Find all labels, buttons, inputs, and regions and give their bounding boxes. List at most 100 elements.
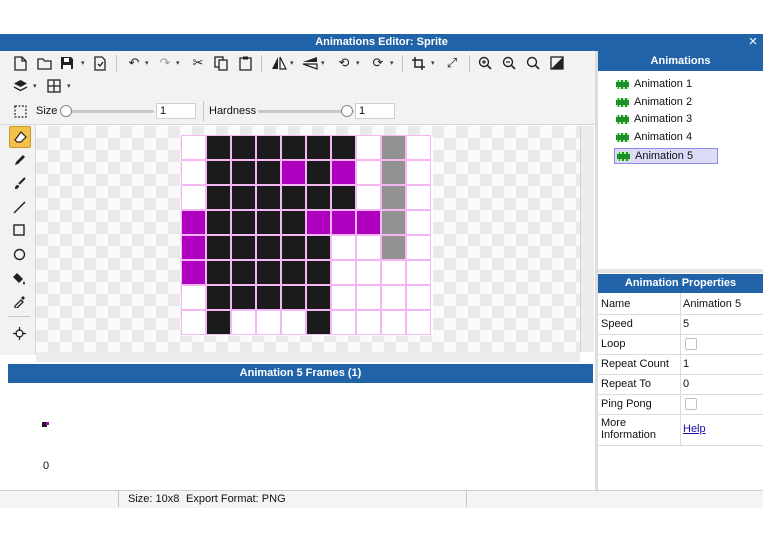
new-file-icon[interactable] (12, 55, 28, 71)
fill-tool[interactable] (9, 268, 29, 288)
sprite-pixel[interactable] (231, 285, 256, 310)
hardness-input[interactable]: 1 (355, 103, 395, 119)
eyedropper-tool[interactable] (9, 291, 29, 311)
sprite-pixel[interactable] (181, 135, 206, 160)
animation-list-item[interactable]: Animation 2 (614, 95, 718, 111)
sprite-pixel[interactable] (256, 210, 281, 235)
sprite-pixel[interactable] (206, 210, 231, 235)
open-folder-icon[interactable] (36, 55, 52, 71)
selection-icon[interactable] (12, 103, 28, 119)
sprite-pixel[interactable] (381, 235, 406, 260)
size-slider[interactable] (60, 104, 154, 118)
sprite-pixel[interactable] (306, 135, 331, 160)
sprite-pixel[interactable] (331, 310, 356, 335)
property-repeat-to-value[interactable]: 0 (683, 378, 689, 390)
sprite-pixel[interactable] (331, 160, 356, 185)
sprite-pixel[interactable] (231, 310, 256, 335)
sprite-pixel[interactable] (231, 210, 256, 235)
sprite-pixel[interactable] (356, 260, 381, 285)
sprite-pixel[interactable] (381, 285, 406, 310)
redo-icon[interactable]: ↷ (157, 55, 173, 71)
animation-list-item[interactable]: Animation 1 (614, 77, 718, 93)
sprite-pixel[interactable] (281, 185, 306, 210)
hotspot-tool[interactable] (9, 323, 29, 343)
sprite-pixel[interactable] (306, 160, 331, 185)
sprite-pixel[interactable] (356, 235, 381, 260)
export-icon[interactable] (92, 55, 108, 71)
close-button[interactable]: × (744, 33, 762, 51)
sprite-pixel[interactable] (306, 260, 331, 285)
sprite-pixel[interactable] (281, 310, 306, 335)
paste-icon[interactable] (237, 55, 253, 71)
sprite-pixel[interactable] (181, 160, 206, 185)
sprite-pixel[interactable] (356, 310, 381, 335)
undo-icon[interactable]: ↶ (126, 55, 142, 71)
sprite-pixel[interactable] (181, 235, 206, 260)
zoom-out-icon[interactable] (501, 55, 517, 71)
sprite-pixel[interactable] (206, 235, 231, 260)
property-repeat-count-value[interactable]: 1 (683, 358, 689, 370)
sprite-pixel[interactable] (406, 260, 431, 285)
sprite-pixel[interactable] (406, 210, 431, 235)
flip-horizontal-dropdown-icon[interactable]: ▾ (290, 59, 294, 67)
sprite-pixel[interactable] (231, 235, 256, 260)
rotate-right-dropdown-icon[interactable]: ▾ (390, 59, 394, 67)
animation-list-item[interactable]: Animation 5 (614, 147, 718, 164)
size-slider-handle[interactable] (60, 105, 72, 117)
sprite-pixel[interactable] (206, 185, 231, 210)
copy-icon[interactable] (213, 55, 229, 71)
sprite-pixel[interactable] (256, 185, 281, 210)
sprite-pixel[interactable] (256, 260, 281, 285)
grid-icon[interactable] (46, 78, 62, 94)
zoom-in-icon[interactable] (477, 55, 493, 71)
sprite-pixel[interactable] (306, 310, 331, 335)
sprite-pixel[interactable] (306, 185, 331, 210)
sprite-pixel[interactable] (231, 185, 256, 210)
sprite-pixel[interactable] (406, 185, 431, 210)
layers-icon[interactable] (12, 78, 28, 94)
sprite-pixel[interactable] (356, 135, 381, 160)
save-icon[interactable] (59, 55, 75, 71)
rotate-left-icon[interactable]: ⟲ (336, 55, 352, 71)
flip-horizontal-icon[interactable] (271, 55, 287, 71)
pencil-tool[interactable] (9, 150, 29, 170)
loop-checkbox[interactable] (685, 338, 697, 350)
rotate-right-icon[interactable]: ⟳ (370, 55, 386, 71)
sprite-pixel[interactable] (256, 285, 281, 310)
sprite-pixel[interactable] (306, 285, 331, 310)
sprite-pixel[interactable] (256, 310, 281, 335)
background-toggle-icon[interactable] (549, 55, 565, 71)
canvas-horizontal-scrollbar[interactable] (36, 352, 580, 362)
sprite-pixel[interactable] (331, 285, 356, 310)
sprite-pixel[interactable] (381, 185, 406, 210)
sprite-pixel[interactable] (256, 160, 281, 185)
sprite-pixel[interactable] (206, 310, 231, 335)
sprite-pixel[interactable] (206, 160, 231, 185)
help-link[interactable]: Help (683, 423, 706, 435)
crop-dropdown-icon[interactable]: ▾ (431, 59, 435, 67)
ping-pong-checkbox[interactable] (685, 398, 697, 410)
sprite-pixel[interactable] (256, 135, 281, 160)
sprite-pixel[interactable] (356, 185, 381, 210)
property-speed-value[interactable]: 5 (683, 318, 689, 330)
sprite-pixel[interactable] (281, 210, 306, 235)
animation-list-item[interactable]: Animation 4 (614, 130, 718, 146)
line-tool[interactable] (9, 197, 29, 217)
sprite-pixel[interactable] (406, 235, 431, 260)
hardness-slider-handle[interactable] (341, 105, 353, 117)
sprite-pixel[interactable] (381, 210, 406, 235)
animation-list-item[interactable]: Animation 3 (614, 112, 718, 128)
hardness-slider[interactable] (258, 104, 354, 118)
sprite-pixel[interactable] (231, 160, 256, 185)
sprite-pixel[interactable] (206, 260, 231, 285)
sprite-pixel-grid[interactable] (181, 135, 433, 336)
sprite-pixel[interactable] (181, 310, 206, 335)
brush-tool[interactable] (9, 173, 29, 193)
sprite-pixel[interactable] (281, 160, 306, 185)
sprite-pixel[interactable] (206, 285, 231, 310)
sprite-pixel[interactable] (406, 310, 431, 335)
sprite-pixel[interactable] (306, 210, 331, 235)
undo-dropdown-icon[interactable]: ▾ (145, 59, 149, 67)
sprite-pixel[interactable] (206, 135, 231, 160)
sprite-pixel[interactable] (381, 135, 406, 160)
